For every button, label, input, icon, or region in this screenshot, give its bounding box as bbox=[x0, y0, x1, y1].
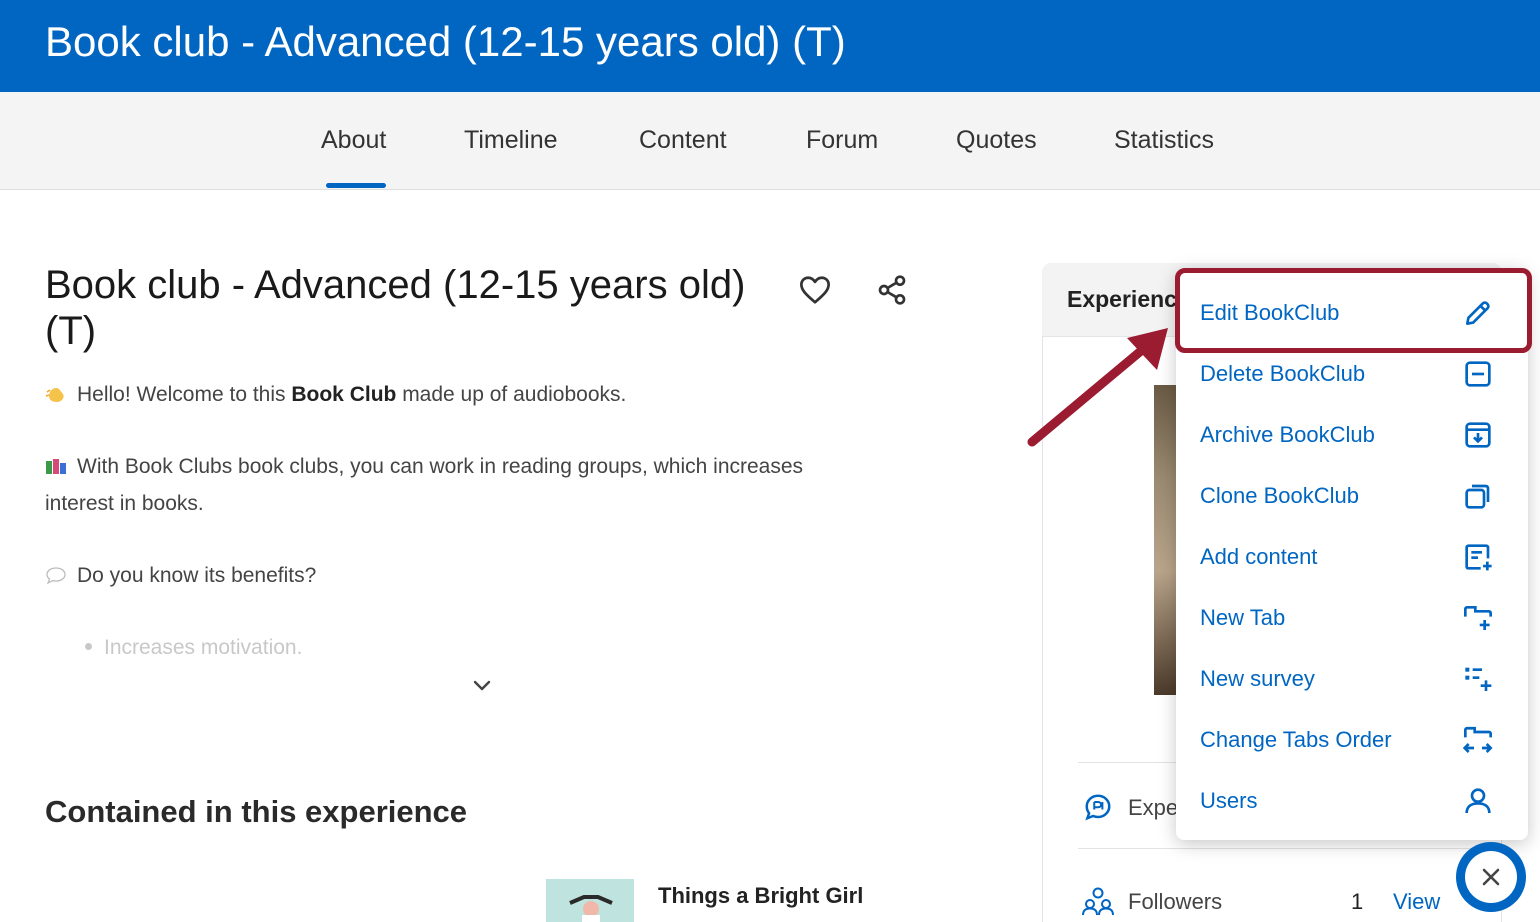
menu-item-label: Add content bbox=[1200, 544, 1318, 569]
section-title: Contained in this experience bbox=[45, 794, 468, 829]
side-divider-2 bbox=[1078, 848, 1478, 849]
followers-icon-wrap bbox=[1081, 885, 1115, 917]
close-icon bbox=[1482, 868, 1500, 886]
waving-hand-icon bbox=[45, 387, 64, 402]
desc-text-3: Do you know its benefits? bbox=[77, 564, 317, 587]
share-icon bbox=[878, 275, 906, 305]
close-menu-button[interactable] bbox=[1456, 842, 1526, 912]
share-button[interactable] bbox=[872, 270, 912, 310]
add-content-icon bbox=[1460, 540, 1496, 574]
tab-bar: About Timeline Content Forum Quotes Stat… bbox=[0, 92, 1540, 190]
experience-row-label: Expe bbox=[1128, 795, 1179, 820]
followers-label: Followers bbox=[1128, 889, 1223, 914]
desc-text-before: Hello! Welcome to this bbox=[77, 383, 292, 406]
page-header-title: Book club - Advanced (12-15 years old) (… bbox=[45, 18, 846, 65]
desc-text-2: With Book Clubs book clubs, you can work… bbox=[45, 455, 804, 515]
desc-text-bold: Book Club bbox=[291, 383, 397, 406]
tab-about[interactable]: About bbox=[321, 126, 386, 155]
menu-item-delete-bookclub[interactable]: Delete BookClub bbox=[1176, 343, 1528, 404]
menu-item-label: Delete BookClub bbox=[1200, 361, 1366, 386]
menu-item-label: Change Tabs Order bbox=[1200, 727, 1392, 752]
books-icon bbox=[46, 459, 66, 474]
pencil-icon bbox=[1460, 296, 1496, 330]
chevron-down-icon bbox=[473, 680, 491, 691]
book-cover-thumbnail[interactable] bbox=[546, 879, 634, 922]
menu-item-edit-bookclub[interactable]: Edit BookClub bbox=[1176, 282, 1528, 343]
desc-text-after: made up of audiobooks. bbox=[396, 383, 627, 406]
followers-icon bbox=[1082, 887, 1114, 916]
speech-bubble-icon bbox=[46, 567, 66, 585]
bullet-text: Increases motivation. bbox=[104, 636, 303, 659]
followers-view-link[interactable]: View bbox=[1393, 889, 1440, 915]
menu-item-label: New Tab bbox=[1200, 605, 1286, 630]
bullet-item: Increases motivation. bbox=[85, 636, 302, 660]
tab-content[interactable]: Content bbox=[639, 126, 727, 155]
description-line-1: Hello! Welcome to this Book Club made up… bbox=[45, 376, 865, 413]
top-bar: Book club - Advanced (12-15 years old) (… bbox=[0, 0, 1540, 92]
tab-forum[interactable]: Forum bbox=[806, 126, 878, 155]
chat-bubble-icon bbox=[1085, 794, 1111, 821]
annotation-arrow bbox=[1027, 328, 1168, 447]
menu-item-label: Edit BookClub bbox=[1200, 300, 1340, 325]
close-button-inner bbox=[1465, 851, 1517, 903]
bullet-dot bbox=[85, 643, 92, 650]
page-title: Book club - Advanced (12-15 years old) (… bbox=[45, 263, 746, 353]
menu-item-new-survey[interactable]: New survey bbox=[1176, 648, 1528, 709]
menu-item-clone-bookclub[interactable]: Clone BookClub bbox=[1176, 465, 1528, 526]
new-survey-icon bbox=[1460, 662, 1496, 696]
menu-item-label: Archive BookClub bbox=[1200, 422, 1375, 447]
menu-item-add-content[interactable]: Add content bbox=[1176, 526, 1528, 587]
menu-item-users[interactable]: Users bbox=[1176, 770, 1528, 831]
reorder-tabs-icon bbox=[1460, 723, 1496, 757]
side-card-title: Experienc bbox=[1067, 286, 1177, 312]
tab-timeline[interactable]: Timeline bbox=[464, 126, 558, 155]
tab-statistics[interactable]: Statistics bbox=[1114, 126, 1214, 155]
tab-quotes[interactable]: Quotes bbox=[956, 126, 1037, 155]
book-cover-art bbox=[546, 879, 634, 922]
menu-item-new-tab[interactable]: New Tab bbox=[1176, 587, 1528, 648]
new-tab-icon bbox=[1460, 601, 1496, 635]
description-line-2: With Book Clubs book clubs, you can work… bbox=[45, 448, 865, 522]
book-title[interactable]: Things a Bright Girl bbox=[658, 883, 863, 909]
favorite-button[interactable] bbox=[795, 270, 835, 310]
menu-item-label: Clone BookClub bbox=[1200, 483, 1359, 508]
menu-item-label: New survey bbox=[1200, 666, 1315, 691]
followers-count: 1 bbox=[1351, 889, 1364, 914]
expand-description-button[interactable] bbox=[466, 670, 498, 700]
active-tab-indicator bbox=[326, 183, 386, 188]
archive-icon bbox=[1460, 418, 1496, 452]
delete-icon bbox=[1460, 357, 1496, 391]
menu-item-change-tabs-order[interactable]: Change Tabs Order bbox=[1176, 709, 1528, 770]
menu-item-archive-bookclub[interactable]: Archive BookClub bbox=[1176, 404, 1528, 465]
clone-icon bbox=[1460, 479, 1496, 513]
experience-type-icon-wrap bbox=[1081, 790, 1115, 824]
user-icon bbox=[1460, 784, 1496, 818]
menu-item-label: Users bbox=[1200, 788, 1258, 813]
heart-icon bbox=[800, 276, 830, 304]
description-line-3: Do you know its benefits? bbox=[45, 557, 865, 594]
